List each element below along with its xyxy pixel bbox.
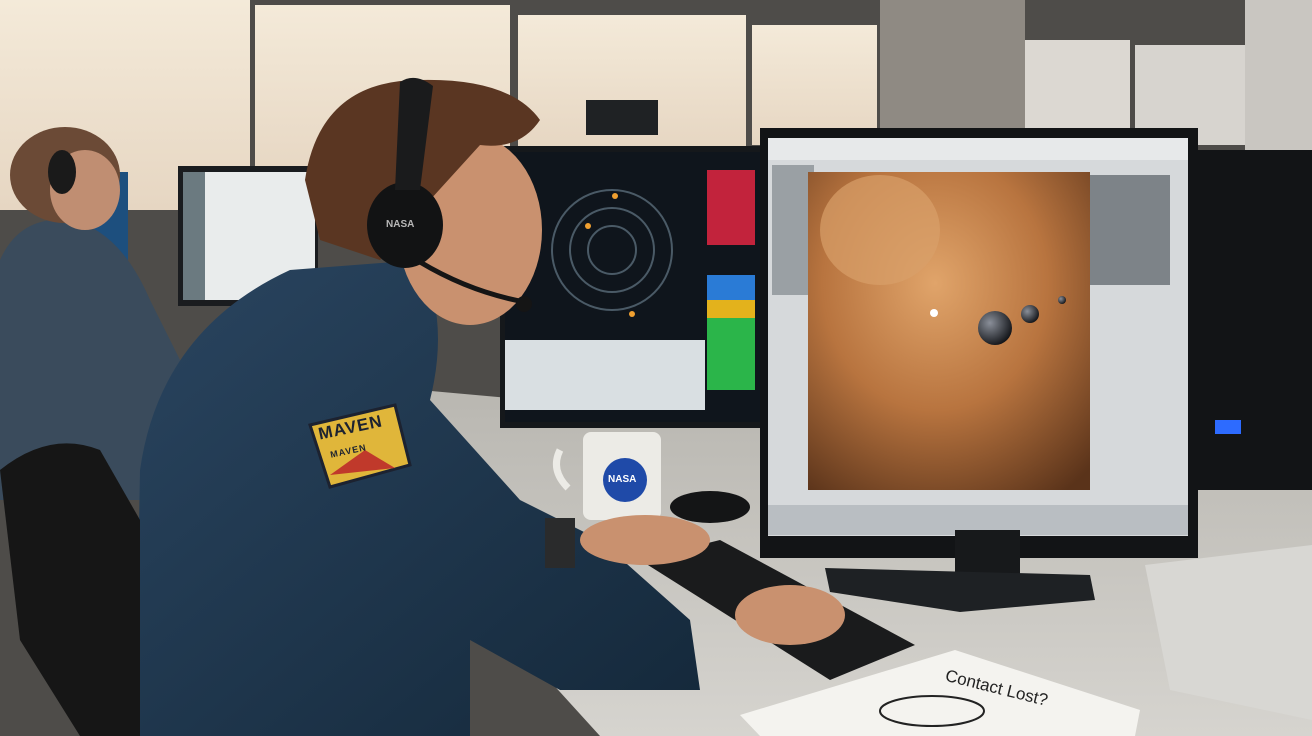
wristwatch [545,518,575,568]
radar-blip [585,223,591,229]
led-indicator [1215,420,1241,434]
planet [1058,296,1066,304]
window-pane [1025,40,1130,135]
wall-right [1245,0,1312,160]
planet [978,311,1012,345]
radar-blip [629,311,635,317]
radar-blip [612,193,618,199]
radar-monitor [500,146,770,428]
headset-logo: NASA [386,219,415,230]
radar-screen-bottom [505,340,705,410]
mug-logo-text: NASA [608,474,637,485]
planet [1021,305,1039,323]
app-right-panel [1090,175,1170,285]
photo-scene [0,0,1312,736]
star [930,309,938,317]
status-column [707,170,755,245]
right-monitor [1188,150,1312,490]
mic-tip [516,296,532,312]
app-left-panel [772,165,814,295]
window-pane [752,25,877,145]
status-column [707,300,755,318]
nebula-cloud [820,175,940,285]
camera-device [586,100,658,135]
mouse [670,491,750,523]
wall-pillar [880,0,1025,150]
status-column [707,318,755,390]
status-column [707,275,755,300]
operator-hand [735,585,845,645]
app-toolbar [768,138,1188,160]
main-monitor [760,128,1198,612]
operator-hand [580,515,710,565]
